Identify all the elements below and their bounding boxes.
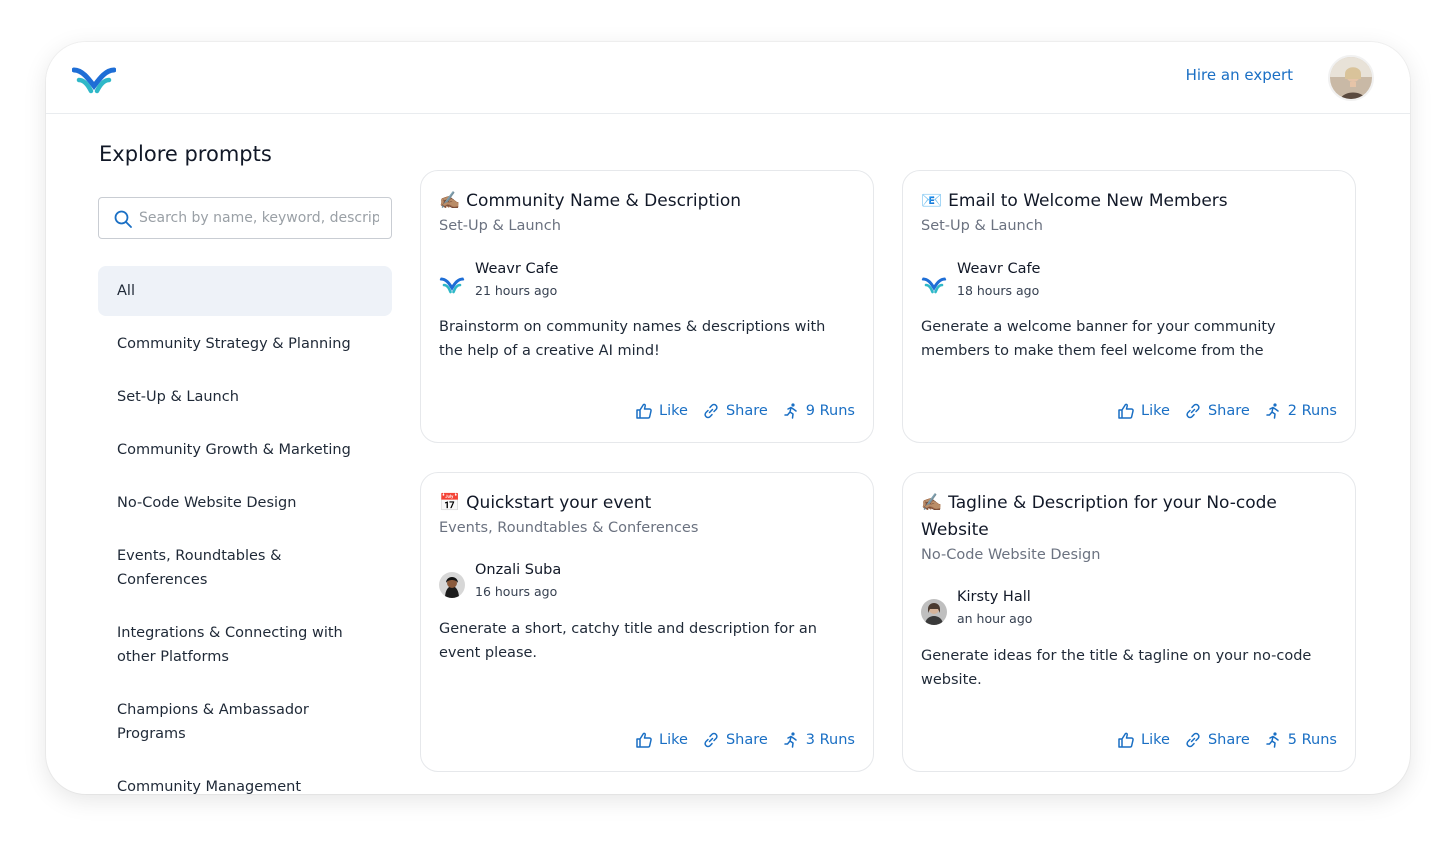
- category-item-setup[interactable]: Set-Up & Launch: [98, 372, 392, 422]
- like-button[interactable]: Like: [635, 402, 688, 420]
- user-avatar[interactable]: [1328, 55, 1374, 101]
- prompt-card[interactable]: ✍🏽 Community Name & Description Set-Up & …: [420, 170, 874, 443]
- card-author: Weavr Cafe 21 hours ago: [439, 261, 819, 301]
- card-category: Set-Up & Launch: [921, 218, 1043, 234]
- like-button[interactable]: Like: [1117, 731, 1170, 749]
- link-icon: [1186, 403, 1200, 419]
- category-item-events[interactable]: Events, Roundtables & Conferences: [98, 531, 392, 605]
- card-title: ✍🏽 Tagline & Description for your No-code…: [921, 490, 1341, 544]
- post-time: an hour ago: [957, 611, 1033, 626]
- share-button[interactable]: Share: [702, 731, 768, 749]
- app-window: Hire an expert Explore prompts All Commu…: [46, 42, 1410, 794]
- runs-button[interactable]: 5 Runs: [1264, 731, 1337, 749]
- card-description: Brainstorm on community names & descript…: [439, 319, 826, 359]
- search-icon: [113, 209, 133, 229]
- card-description: Generate ideas for the title & tagline o…: [921, 648, 1312, 688]
- thumbs-up-icon: [636, 403, 652, 419]
- running-person-icon: [784, 732, 797, 748]
- prompt-card[interactable]: ✍🏽 Tagline & Description for your No-code…: [902, 472, 1356, 772]
- running-person-icon: [1266, 403, 1279, 419]
- category-item-strategy[interactable]: Community Strategy & Planning: [98, 319, 392, 369]
- top-header: Hire an expert: [46, 42, 1410, 114]
- search-input[interactable]: [139, 199, 379, 237]
- card-actions: Like Share 3 Runs: [635, 731, 855, 749]
- author-avatar: [439, 572, 465, 598]
- card-category: No-Code Website Design: [921, 547, 1101, 563]
- card-actions: Like Share 5 Runs: [1117, 731, 1337, 749]
- writing-hand-icon: ✍🏽: [921, 493, 943, 513]
- runs-button[interactable]: 2 Runs: [1264, 402, 1337, 420]
- card-author: Onzali Suba 16 hours ago: [439, 562, 819, 602]
- writing-hand-icon: ✍🏽: [439, 191, 461, 211]
- weavr-logo-icon: [439, 271, 465, 297]
- thumbs-up-icon: [1118, 732, 1134, 748]
- email-icon: 📧: [921, 191, 943, 211]
- link-icon: [1186, 732, 1200, 748]
- card-title: 📧 Email to Welcome New Members: [921, 188, 1228, 215]
- card-title: ✍🏽 Community Name & Description: [439, 188, 741, 215]
- card-actions: Like Share 2 Runs: [1117, 402, 1337, 420]
- share-button[interactable]: Share: [1184, 402, 1250, 420]
- thumbs-up-icon: [1118, 403, 1134, 419]
- post-time: 18 hours ago: [957, 283, 1040, 298]
- like-button[interactable]: Like: [635, 731, 688, 749]
- calendar-icon: 📅: [439, 493, 461, 513]
- author-name[interactable]: Weavr Cafe: [957, 261, 1040, 277]
- category-item-champions[interactable]: Champions & Ambassador Programs: [98, 685, 392, 759]
- author-avatar: [921, 599, 947, 625]
- hire-expert-link[interactable]: Hire an expert: [1186, 66, 1293, 84]
- search-box[interactable]: [98, 197, 392, 239]
- runs-button[interactable]: 9 Runs: [782, 402, 855, 420]
- card-author: Weavr Cafe 18 hours ago: [921, 261, 1301, 301]
- card-category: Set-Up & Launch: [439, 218, 561, 234]
- author-name[interactable]: Kirsty Hall: [957, 589, 1031, 605]
- category-item-management[interactable]: Community Management Packages: [98, 762, 392, 794]
- card-category: Events, Roundtables & Conferences: [439, 520, 699, 536]
- category-item-integrations[interactable]: Integrations & Connecting with other Pla…: [98, 608, 392, 682]
- card-description: Generate a welcome banner for your commu…: [921, 319, 1276, 359]
- category-item-website[interactable]: No-Code Website Design: [98, 478, 392, 528]
- like-button[interactable]: Like: [1117, 402, 1170, 420]
- running-person-icon: [784, 403, 797, 419]
- running-person-icon: [1266, 732, 1279, 748]
- prompt-card[interactable]: 📧 Email to Welcome New Members Set-Up & L…: [902, 170, 1356, 443]
- link-icon: [704, 732, 718, 748]
- share-button[interactable]: Share: [1184, 731, 1250, 749]
- share-button[interactable]: Share: [702, 402, 768, 420]
- thumbs-up-icon: [636, 732, 652, 748]
- card-title: 📅 Quickstart your event: [439, 490, 651, 517]
- category-item-all[interactable]: All: [98, 266, 392, 316]
- author-name[interactable]: Weavr Cafe: [475, 261, 558, 277]
- card-actions: Like Share 9 Runs: [635, 402, 855, 420]
- category-item-growth[interactable]: Community Growth & Marketing: [98, 425, 392, 475]
- post-time: 21 hours ago: [475, 283, 558, 298]
- post-time: 16 hours ago: [475, 584, 558, 599]
- prompt-card[interactable]: 📅 Quickstart your event Events, Roundtabl…: [420, 472, 874, 772]
- card-author: Kirsty Hall an hour ago: [921, 589, 1301, 629]
- category-sidebar: All Community Strategy & Planning Set-Up…: [98, 266, 392, 794]
- author-name[interactable]: Onzali Suba: [475, 562, 561, 578]
- weavr-logo-icon[interactable]: [71, 64, 117, 94]
- weavr-logo-icon: [921, 271, 947, 297]
- page-title: Explore prompts: [99, 142, 272, 166]
- runs-button[interactable]: 3 Runs: [782, 731, 855, 749]
- link-icon: [704, 403, 718, 419]
- card-description: Generate a short, catchy title and descr…: [439, 621, 817, 661]
